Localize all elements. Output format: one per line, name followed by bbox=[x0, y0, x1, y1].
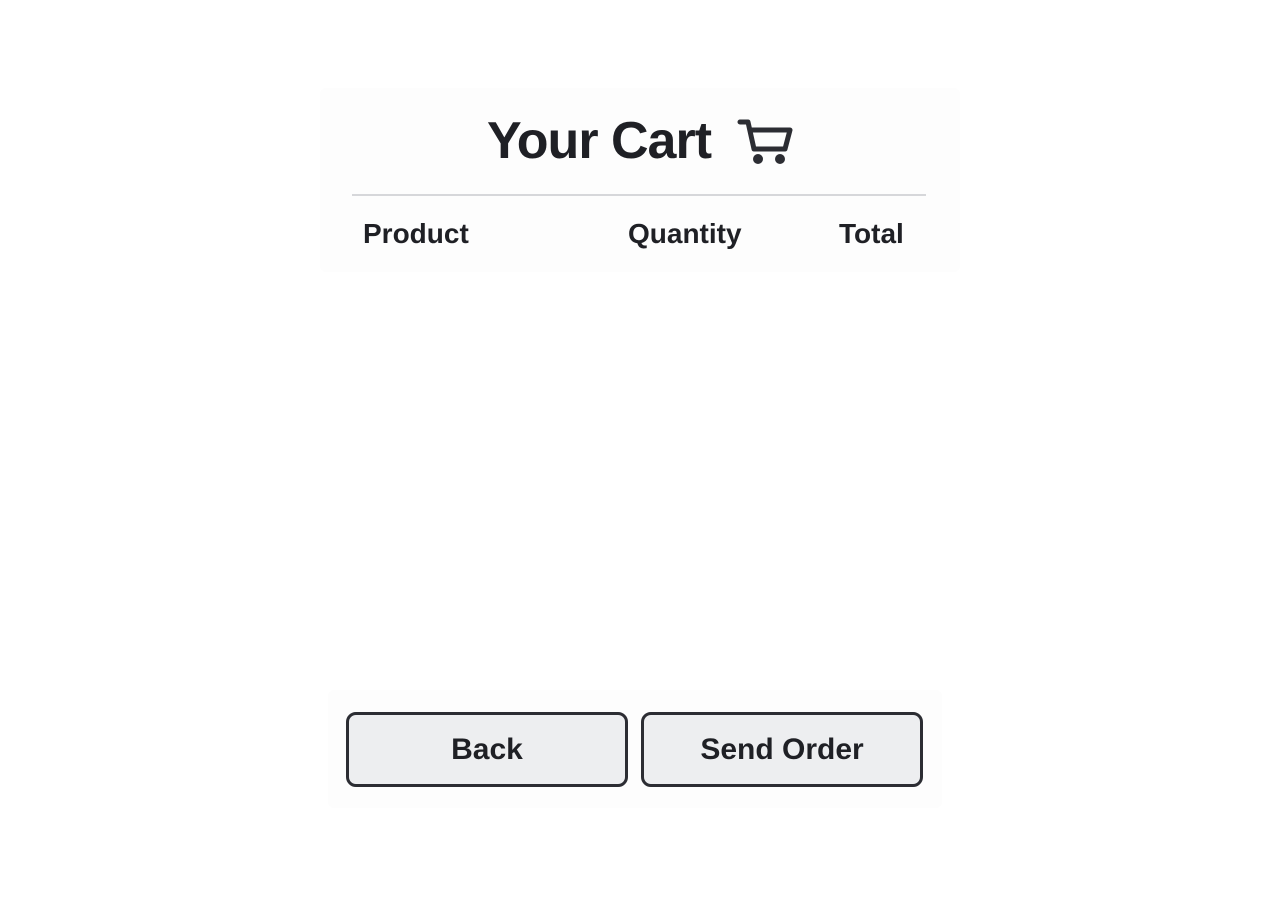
cart-table-header: Product Quantity Total bbox=[320, 208, 960, 248]
cart-page: Your Cart Product Quantity Total Back Se… bbox=[0, 0, 1280, 920]
page-title: Your Cart bbox=[486, 112, 712, 170]
send-order-button[interactable]: Send Order bbox=[641, 712, 923, 787]
cart-items-list bbox=[320, 272, 960, 682]
shopping-cart-icon bbox=[737, 117, 793, 167]
cart-header: Your Cart bbox=[320, 88, 960, 194]
column-header-total: Total bbox=[839, 218, 904, 249]
header-divider bbox=[352, 194, 926, 196]
column-header-quantity: Quantity bbox=[628, 218, 742, 249]
column-header-product: Product bbox=[363, 218, 469, 249]
back-button[interactable]: Back bbox=[346, 712, 628, 787]
cart-panel: Your Cart Product Quantity Total bbox=[320, 88, 960, 272]
cart-actions: Back Send Order bbox=[328, 690, 942, 808]
